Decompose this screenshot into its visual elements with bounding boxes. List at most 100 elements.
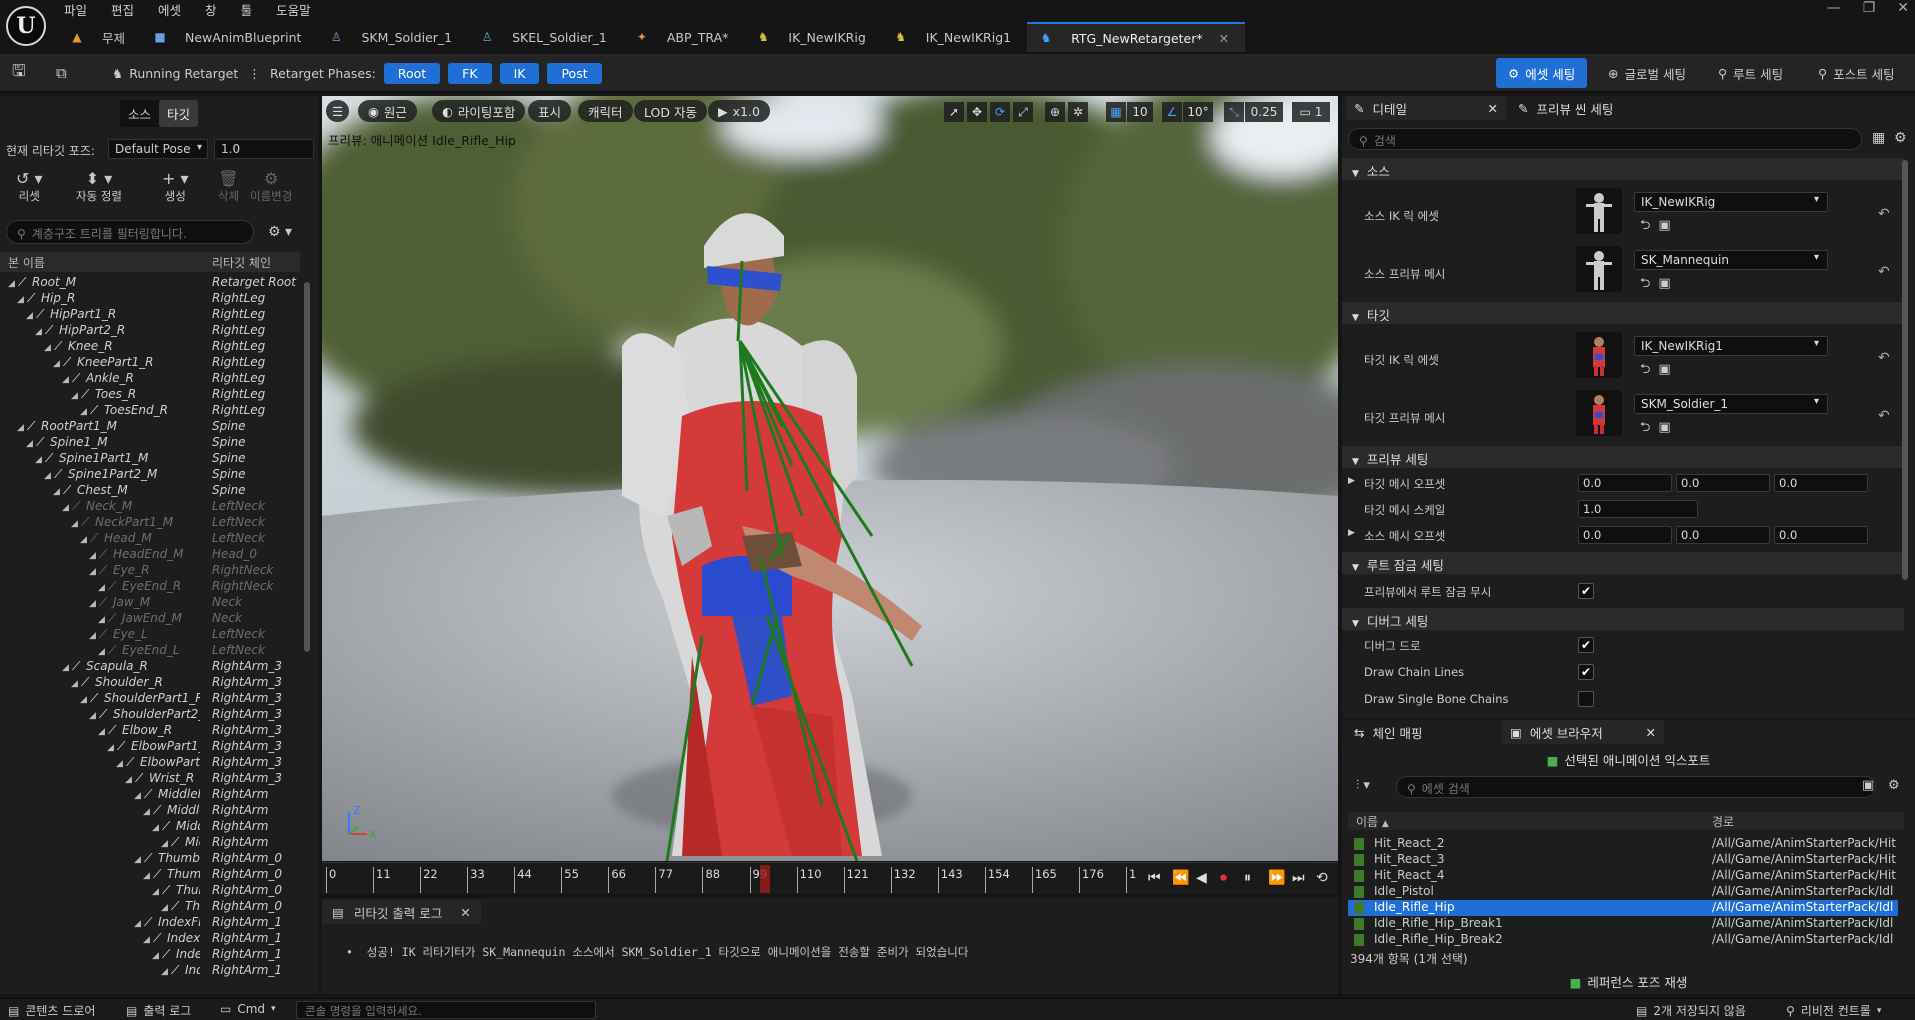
section-preview-settings[interactable]: ▼ 프리뷰 세팅 xyxy=(1342,446,1904,468)
bone-tree-row[interactable]: ◢ ⟋ Head_M LeftNeck xyxy=(0,530,300,546)
source-mesh-reset-icon[interactable]: ↶ xyxy=(1878,264,1890,280)
menu-tools[interactable]: 툴 xyxy=(241,0,253,18)
source-offset-y[interactable]: 0.0 xyxy=(1676,526,1770,544)
asset-row[interactable]: Hit_React_2/All/Game/AnimStarterPack/Hit xyxy=(1348,836,1898,852)
source-ik-thumbnail[interactable] xyxy=(1576,188,1622,234)
bone-tree-row[interactable]: ◢ ⟋ Toes_R RightLeg xyxy=(0,386,300,402)
skip-to-end-icon[interactable]: ⏭ xyxy=(1292,870,1305,886)
name-column-header[interactable]: 이름 ▲ xyxy=(1356,813,1389,830)
phase-root-button[interactable]: Root xyxy=(383,62,441,84)
retarget-chain-header[interactable]: 리타깃 체인 xyxy=(212,254,271,271)
bone-tree-row[interactable]: ◢ ⟋ HipPart2_R RightLeg xyxy=(0,322,300,338)
timeline-ruler[interactable]: 0112233445566778899110121132143154165176… xyxy=(322,863,1136,895)
target-mesh-reset-icon[interactable]: ↶ xyxy=(1878,408,1890,424)
cmd-dropdown[interactable]: ▭ Cmd ▾ xyxy=(220,1002,276,1016)
details-search-input[interactable]: ⚲ 검색 xyxy=(1348,128,1862,150)
viewport-menu-button[interactable]: ☰ xyxy=(326,100,350,122)
filter-icon[interactable]: ⫶ ▾ xyxy=(1356,778,1370,793)
tab-rtg-newretargeter[interactable]: ♞ RTG_NewRetargeter* ✕ xyxy=(1027,22,1246,52)
chevron-right-icon[interactable]: ▶ xyxy=(1348,528,1355,538)
details-scrollbar[interactable] xyxy=(1902,160,1908,580)
bone-tree-row[interactable]: ◢⟋ThumbFingerRightArm_0 xyxy=(0,866,300,882)
bone-tree-row[interactable]: ◢ ⟋ Jaw_M Neck xyxy=(0,594,300,610)
lit-mode-button[interactable]: ◐ 라이팅포함 xyxy=(432,100,526,122)
bone-tree-row[interactable]: ◢ ⟋ Root_M Retarget Root xyxy=(0,274,300,290)
scale-snap-icon[interactable]: ⤡ xyxy=(1224,102,1244,122)
bone-tree-row[interactable]: ◢⟋MiddleFingerRightArm xyxy=(0,834,300,850)
asset-row[interactable]: Hit_React_4/All/Game/AnimStarterPack/Hit xyxy=(1348,868,1898,884)
target-tab[interactable]: 타깃 xyxy=(159,100,199,127)
folder-browse-icon[interactable]: ▣ xyxy=(1862,778,1874,793)
camera-speed-button[interactable]: ▭ 1 xyxy=(1292,102,1330,122)
log-tab[interactable]: ▤ 리타깃 출력 로그 ✕ xyxy=(322,900,481,924)
source-tab[interactable]: 소스 xyxy=(120,100,159,127)
unreal-logo-icon[interactable]: U xyxy=(6,6,46,46)
loop-icon[interactable]: ⟲ xyxy=(1316,870,1328,886)
details-tab[interactable]: ✎ 디테일 ✕ xyxy=(1346,96,1506,120)
bone-tree-row[interactable]: ◢⟋IndexFingerRightArm_1 xyxy=(0,914,300,930)
lod-auto-button[interactable]: LOD 자동 xyxy=(634,100,707,122)
asset-row[interactable]: Idle_Rifle_Hip_Break1/All/Game/AnimStart… xyxy=(1348,916,1898,932)
settings-gear-icon[interactable]: ⚙ xyxy=(1894,130,1907,146)
asset-row[interactable]: Idle_Pistol/All/Game/AnimStarterPack/Idl xyxy=(1348,884,1898,900)
menu-help[interactable]: 도움말 xyxy=(276,0,311,18)
menu-window[interactable]: 창 xyxy=(205,0,217,18)
browse-icon[interactable]: ▣ xyxy=(1658,420,1678,435)
character-button[interactable]: 캐릭터 xyxy=(578,100,633,122)
menu-asset[interactable]: 에셋 xyxy=(158,0,181,18)
tree-scrollbar[interactable] xyxy=(304,282,310,652)
section-target[interactable]: ▼ 타깃 xyxy=(1342,302,1904,324)
bone-tree-row[interactable]: ◢ ⟋ EyeEnd_L LeftNeck xyxy=(0,642,300,658)
grid-snap-icon[interactable]: ▦ xyxy=(1106,102,1126,122)
browse-icon[interactable]: ▣ xyxy=(1658,218,1678,233)
bone-tree-row[interactable]: ◢ ⟋ HipPart1_R RightLeg xyxy=(0,306,300,322)
bone-tree-row[interactable]: ◢⟋ShoulderPart2_RRightArm_3 xyxy=(0,706,300,722)
bone-tree-row[interactable]: ◢ ⟋ Knee_R RightLeg xyxy=(0,338,300,354)
root-settings-button[interactable]: ⚲ 루트 세팅 xyxy=(1706,58,1795,88)
bone-tree-row[interactable]: ◢⟋ThumbFingerRightArm_0 xyxy=(0,850,300,866)
next-frame-icon[interactable]: ⏩ xyxy=(1268,870,1285,886)
output-log-button[interactable]: ▤ 출력 로그 xyxy=(126,1002,191,1019)
tree-settings-icon[interactable]: ⚙ ▾ xyxy=(268,224,292,240)
target-ik-dropdown[interactable]: IK_NewIKRig1 ▾ xyxy=(1634,336,1828,356)
tab-abp-tra[interactable]: ✦ ABP_TRA* xyxy=(623,22,745,52)
playhead[interactable] xyxy=(760,865,770,893)
rotate-mode-icon[interactable]: ⟳ xyxy=(990,102,1010,122)
running-retarget-button[interactable]: ♞ Running Retarget ⋮ xyxy=(112,60,261,86)
asset-row[interactable]: Idle_Rifle_Hip/All/Game/AnimStarterPack/… xyxy=(1348,900,1898,916)
bone-tree-row[interactable]: ◢ ⟋ Neck_M LeftNeck xyxy=(0,498,300,514)
timeline[interactable]: 0112233445566778899110121132143154165176… xyxy=(322,862,1338,894)
expand-arrow-icon[interactable]: ◢ xyxy=(161,964,171,980)
source-mesh-dropdown[interactable]: SK_Mannequin ▾ xyxy=(1634,250,1828,270)
bone-tree-row[interactable]: ◢⟋MiddleFingerRightArm xyxy=(0,818,300,834)
bone-tree-row[interactable]: ◢⟋ThumbFingerRightArm_0 xyxy=(0,898,300,914)
close-window-icon[interactable]: ✕ xyxy=(1897,0,1909,16)
bone-tree-row[interactable]: ◢⟋MiddleFingerRightArm xyxy=(0,786,300,802)
target-scale-field[interactable]: 1.0 xyxy=(1578,500,1698,518)
bone-tree-row[interactable]: ◢⟋MiddleFingerRightArm xyxy=(0,802,300,818)
content-drawer-button[interactable]: ▤ 콘텐츠 드로어 xyxy=(8,1002,95,1019)
use-selected-icon[interactable]: ⮌ xyxy=(1640,362,1658,377)
show-button[interactable]: 표시 xyxy=(528,100,572,122)
restore-icon[interactable]: ❐ xyxy=(1863,0,1876,16)
bone-tree-row[interactable]: ◢ ⟋ Spine1_M Spine xyxy=(0,434,300,450)
bone-tree-row[interactable]: ◢ ⟋ KneePart1_R RightLeg xyxy=(0,354,300,370)
pose-blend-field[interactable]: 1.0 xyxy=(214,139,314,159)
path-column-header[interactable]: 경로 xyxy=(1712,813,1734,830)
bone-tree-row[interactable]: ◢ ⟋ Ankle_R RightLeg xyxy=(0,370,300,386)
asset-row[interactable]: Hit_React_3/All/Game/AnimStarterPack/Hit xyxy=(1348,852,1898,868)
bone-tree-row[interactable]: ◢ ⟋ Eye_R RightNeck xyxy=(0,562,300,578)
root-lock-checkbox[interactable]: ✔ xyxy=(1578,583,1594,599)
source-offset-x[interactable]: 0.0 xyxy=(1578,526,1672,544)
bone-tree-row[interactable]: ◢⟋ElbowPart2_RRightArm_3 xyxy=(0,754,300,770)
tab-untitled[interactable]: ▲ 무제 xyxy=(58,22,141,52)
menu-file[interactable]: 파일 xyxy=(64,0,87,18)
grid-snap-value[interactable]: 10 xyxy=(1127,102,1153,122)
minimize-icon[interactable]: — xyxy=(1827,0,1841,16)
perspective-button[interactable]: ◉ 원근 xyxy=(358,100,417,122)
asset-browser-tab[interactable]: ▣ 에셋 브라우저 ✕ xyxy=(1502,720,1664,744)
target-offset-z[interactable]: 0.0 xyxy=(1774,474,1868,492)
playback-speed-button[interactable]: ▶ x1.0 xyxy=(708,100,770,122)
phase-post-button[interactable]: Post xyxy=(547,62,602,84)
target-ik-reset-icon[interactable]: ↶ xyxy=(1878,350,1890,366)
